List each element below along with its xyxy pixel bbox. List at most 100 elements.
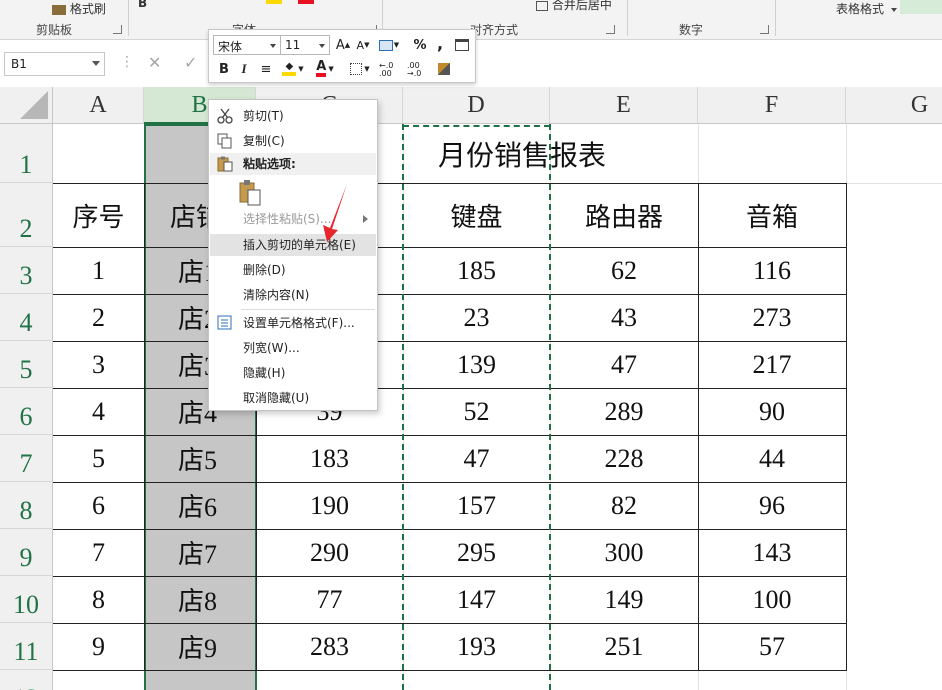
cell-c[interactable]: 77 [256,576,403,623]
cell-d[interactable]: 295 [403,529,550,576]
cell-seq[interactable]: 1 [53,247,144,294]
cell-e[interactable]: 228 [550,435,698,482]
cell-store[interactable]: 店9 [144,623,256,670]
format-table-button[interactable] [453,36,471,54]
cell-seq[interactable]: 8 [53,576,144,623]
cell-f[interactable]: 44 [698,435,846,482]
header-cell-speaker[interactable]: 音箱 [698,183,846,247]
number-launcher-icon[interactable] [760,25,769,34]
cell-e[interactable]: 47 [550,341,698,388]
cell-seq[interactable]: 7 [53,529,144,576]
cell-seq[interactable]: 5 [53,435,144,482]
cell-d[interactable]: 193 [403,623,550,670]
column-header-d[interactable]: D [403,87,550,124]
cell-d[interactable]: 185 [403,247,550,294]
cell-e[interactable]: 289 [550,388,698,435]
select-all-button[interactable] [0,87,53,124]
cell-f[interactable]: 143 [698,529,846,576]
ribbon-fill-color-button[interactable] [266,0,282,4]
borders-button[interactable]: ▼ [347,60,373,78]
header-cell-keyboard[interactable]: 键盘 [403,183,550,247]
column-header-a[interactable]: A [53,87,144,124]
cell-store[interactable]: 店7 [144,529,256,576]
align-center-button[interactable]: ≡ [257,60,275,78]
font-name-select[interactable]: 宋体 [213,35,281,55]
menu-item-copy[interactable]: 复制(C) [210,130,376,152]
menu-item-unhide[interactable]: 取消隐藏(U) [210,387,376,409]
format-painter-mini-button[interactable] [435,60,453,78]
cell-d[interactable]: 23 [403,294,550,341]
increase-font-size-button[interactable]: A ▲ [334,36,352,54]
cell-seq[interactable]: 2 [53,294,144,341]
cell-d[interactable]: 157 [403,482,550,529]
menu-item-delete[interactable]: 删除(D) [210,259,376,281]
cell-store[interactable]: 店6 [144,482,256,529]
row-header-9[interactable]: 9 [0,529,53,576]
row-header-3[interactable]: 3 [0,247,53,294]
cell-c[interactable]: 290 [256,529,403,576]
font-size-select[interactable]: 11 [280,35,330,55]
accounting-format-button[interactable]: ▼ [377,36,401,54]
row-header-6[interactable]: 6 [0,388,53,435]
clipboard-launcher-icon[interactable] [113,25,122,34]
cell-e[interactable]: 300 [550,529,698,576]
cell-e[interactable]: 43 [550,294,698,341]
menu-item-cut[interactable]: 剪切(T) [210,105,376,127]
cell-d[interactable]: 139 [403,341,550,388]
italic-button[interactable]: I [235,60,253,78]
cell-style-swatch[interactable] [900,0,942,14]
percent-style-button[interactable]: % [411,36,429,54]
cell-f[interactable]: 217 [698,341,846,388]
cell-seq[interactable]: 9 [53,623,144,670]
increase-decimal-button[interactable]: ←.0 .00 [379,61,403,79]
cancel-entry-icon[interactable]: ✕ [148,53,161,72]
font-color-button[interactable]: A ▼ [311,60,339,78]
header-cell-router[interactable]: 路由器 [550,183,698,247]
bold-button[interactable]: B [215,60,233,78]
row-header-5[interactable]: 5 [0,341,53,388]
cell-c[interactable]: 190 [256,482,403,529]
cell-d[interactable]: 47 [403,435,550,482]
worksheet-grid[interactable]: A B C D E F G 1 2 3 4 5 6 7 8 9 10 11 12… [0,87,942,690]
column-header-f[interactable]: F [698,87,846,124]
decrease-decimal-button[interactable]: .00 →.0 [407,61,431,79]
cell-store[interactable]: 店8 [144,576,256,623]
table-format-button[interactable]: 表格格式 [836,0,897,17]
format-painter-button[interactable]: 格式刷 [52,0,106,17]
cell-f[interactable]: 90 [698,388,846,435]
cell-d[interactable]: 147 [403,576,550,623]
cell-f[interactable]: 116 [698,247,846,294]
row-header-4[interactable]: 4 [0,294,53,341]
menu-item-column-width[interactable]: 列宽(W)... [210,337,376,359]
comma-style-button[interactable]: , [431,34,449,53]
row-header-11[interactable]: 11 [0,623,53,670]
row-header-8[interactable]: 8 [0,482,53,529]
name-box[interactable]: B1 [4,52,105,76]
column-header-g[interactable]: G [846,87,942,124]
menu-item-clear-contents[interactable]: 清除内容(N) [210,284,376,306]
menu-item-hide[interactable]: 隐藏(H) [210,362,376,384]
column-header-e[interactable]: E [550,87,698,124]
cell-f[interactable]: 96 [698,482,846,529]
cell-seq[interactable]: 6 [53,482,144,529]
header-cell-seq[interactable]: 序号 [53,183,144,247]
row-header-10[interactable]: 10 [0,576,53,623]
fill-color-button[interactable]: ◆ ▼ [279,60,307,78]
cell-seq[interactable]: 4 [53,388,144,435]
cell-f[interactable]: 57 [698,623,846,670]
row-header-2[interactable]: 2 [0,183,53,247]
row-header-1[interactable]: 1 [0,124,53,183]
row-header-7[interactable]: 7 [0,435,53,482]
decrease-font-size-button[interactable]: A ▼ [354,36,372,54]
cell-f[interactable]: 100 [698,576,846,623]
confirm-entry-icon[interactable]: ✓ [184,53,197,72]
cell-e[interactable]: 62 [550,247,698,294]
menu-item-format-cells[interactable]: 设置单元格格式(F)... [210,312,376,334]
cell-e[interactable]: 149 [550,576,698,623]
cell-c[interactable]: 183 [256,435,403,482]
cell-c[interactable]: 283 [256,623,403,670]
cell-e[interactable]: 82 [550,482,698,529]
alignment-launcher-icon[interactable] [606,25,615,34]
paste-option-button[interactable] [237,179,263,207]
ribbon-font-color-button[interactable] [298,0,314,4]
